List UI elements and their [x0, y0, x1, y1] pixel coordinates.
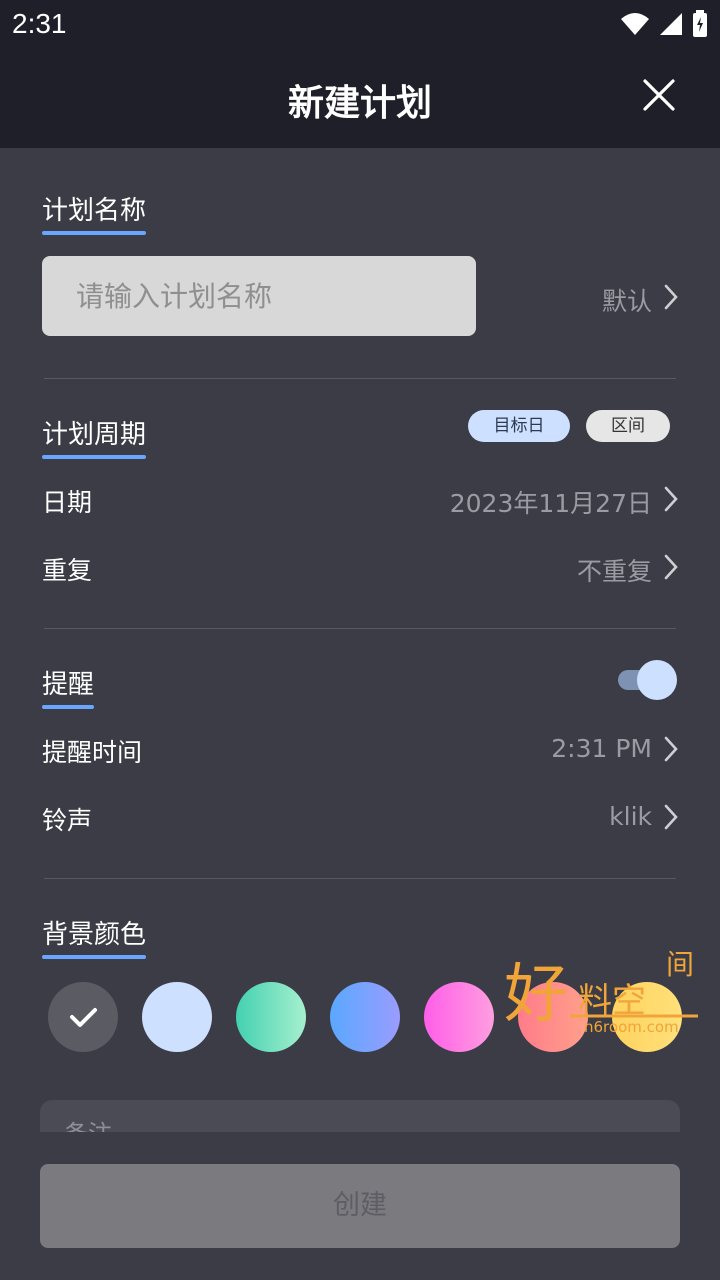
- divider: [44, 878, 676, 879]
- section-underline: [42, 455, 147, 459]
- divider: [44, 378, 676, 379]
- plan-name-section-label: 计划名称: [42, 190, 147, 235]
- chevron-right-icon[interactable]: [664, 804, 678, 830]
- chip-range[interactable]: 区间: [586, 410, 670, 442]
- reminder-label: 提醒: [42, 670, 95, 700]
- create-button[interactable]: 创建: [40, 1164, 680, 1248]
- section-underline: [42, 705, 95, 709]
- plan-period-section-label: 计划周期: [42, 414, 147, 459]
- close-icon[interactable]: [642, 78, 676, 112]
- plan-period-label: 计划周期: [42, 420, 147, 450]
- repeat-label: 重复: [42, 556, 93, 585]
- note-placeholder: 备注: [64, 1114, 112, 1132]
- signal-icon: [660, 13, 682, 35]
- chip-target-day[interactable]: 目标日: [468, 410, 570, 442]
- color-swatch-pink[interactable]: [424, 982, 494, 1052]
- toggle-knob: [637, 660, 677, 700]
- page-title: 新建计划: [287, 83, 432, 124]
- chevron-right-icon[interactable]: [664, 554, 678, 580]
- top-app-bar: 新建计划: [0, 48, 720, 148]
- status-bar: 2:31: [0, 0, 720, 48]
- color-swatch-selected[interactable]: [48, 982, 118, 1052]
- plan-name-label: 计划名称: [42, 196, 147, 226]
- plan-name-input[interactable]: [42, 256, 476, 336]
- battery-icon: [693, 10, 707, 37]
- color-swatch-blue[interactable]: [330, 982, 400, 1052]
- check-icon: [70, 1008, 97, 1027]
- divider: [44, 628, 676, 629]
- status-icons: [620, 10, 708, 38]
- chevron-right-icon[interactable]: [664, 486, 678, 512]
- wifi-icon: [621, 13, 649, 35]
- color-swatch-coral[interactable]: [518, 982, 588, 1052]
- reminder-time-value[interactable]: 2:31 PM: [551, 734, 652, 763]
- reminder-time-label: 提醒时间: [42, 738, 143, 767]
- repeat-value[interactable]: 不重复: [577, 552, 652, 588]
- color-swatch-green[interactable]: [236, 982, 306, 1052]
- reminder-section-label: 提醒: [42, 664, 95, 709]
- ringtone-value[interactable]: klik: [609, 802, 652, 831]
- note-field[interactable]: 备注: [40, 1100, 680, 1132]
- chevron-right-icon[interactable]: [664, 284, 678, 310]
- date-value[interactable]: 2023年11月27日: [450, 484, 652, 520]
- ringtone-label: 铃声: [42, 806, 93, 835]
- background-color-label: 背景颜色: [42, 920, 147, 950]
- background-color-section-label: 背景颜色: [42, 914, 147, 959]
- color-swatch-yellow[interactable]: [612, 982, 682, 1052]
- date-label: 日期: [42, 488, 93, 517]
- color-swatch-light-blue[interactable]: [142, 982, 212, 1052]
- section-underline: [42, 955, 147, 959]
- chevron-right-icon[interactable]: [664, 736, 678, 762]
- default-option[interactable]: 默认: [602, 282, 652, 318]
- reminder-toggle[interactable]: [618, 660, 678, 700]
- section-underline: [42, 231, 147, 235]
- svg-text:间: 间: [666, 948, 694, 981]
- status-time: 2:31: [12, 8, 67, 39]
